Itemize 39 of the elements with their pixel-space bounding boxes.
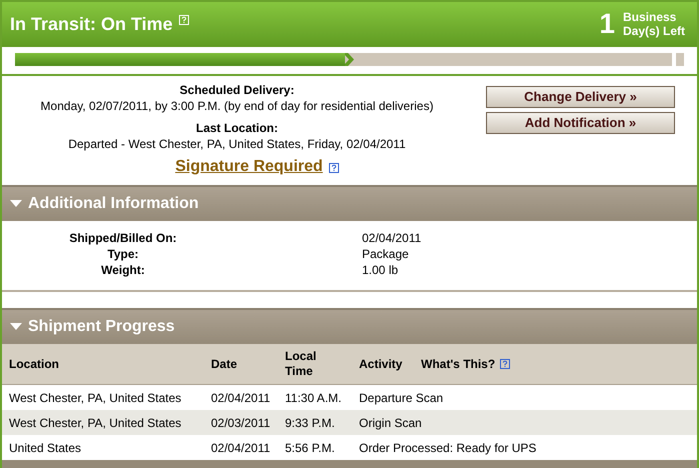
field-label: Shipped/Billed On:	[68, 230, 178, 246]
action-button[interactable]: Add Notification »	[486, 112, 675, 134]
table-cell-text: 02/04/2011	[211, 440, 272, 456]
table-cell-text: United States	[9, 440, 82, 456]
last-location-label: Last Location:	[196, 120, 278, 136]
help-icon[interactable]	[328, 162, 339, 173]
days-left-label: Business Day(s) Left	[623, 10, 686, 38]
table-cell-text: Departure Scan	[359, 390, 444, 406]
status-title: In Transit: On Time	[10, 12, 173, 36]
column-header[interactable]: What's This?	[421, 356, 496, 372]
field-value: 1.00 lb	[362, 262, 398, 278]
table-cell-text: 02/04/2011	[211, 390, 272, 406]
chevron-icon	[343, 52, 357, 66]
field-value: 02/04/2011	[362, 230, 422, 246]
last-location-value: Departed - West Chester, PA, United States, Friday, 02/04/2011	[68, 136, 406, 152]
table-cell-text: West Chester, PA, United States	[9, 414, 182, 430]
scheduled-delivery-value: Monday, 02/07/2011, by 3:00 P.M. (by end of day for residential deliveries)	[40, 98, 434, 114]
field-label: Type:	[106, 246, 140, 262]
scheduled-delivery-label: Scheduled Delivery:	[180, 82, 294, 98]
signature-required-link[interactable]: Signature Required	[175, 158, 323, 175]
table-cell-text: 5:56 P.M.	[285, 440, 336, 456]
action-button[interactable]: Change Delivery »	[486, 86, 675, 108]
table-cell-text: West Chester, PA, United States	[9, 390, 182, 406]
days-left-count: 1	[599, 7, 615, 42]
table-cell-text: 02/03/2011	[211, 414, 272, 430]
column-header: Local Time	[285, 349, 318, 379]
section-title: Shipment Progress	[28, 317, 175, 337]
table-cell-text: Order Processed: Ready for UPS	[359, 440, 538, 456]
column-header: Date	[211, 356, 238, 372]
help-icon[interactable]	[500, 359, 510, 370]
table-cell-text: 11:30 A.M.	[285, 390, 342, 406]
column-header: Location	[9, 356, 60, 372]
table-cell-text: 9:33 P.M.	[285, 414, 336, 430]
table-cell-text: Origin Scan	[359, 414, 423, 430]
section-title: Additional Information	[28, 194, 199, 214]
field-value: Package	[362, 246, 409, 262]
field-label: Weight:	[100, 262, 146, 278]
progress-fill[interactable]	[15, 52, 345, 66]
column-header: Activity	[359, 356, 404, 372]
